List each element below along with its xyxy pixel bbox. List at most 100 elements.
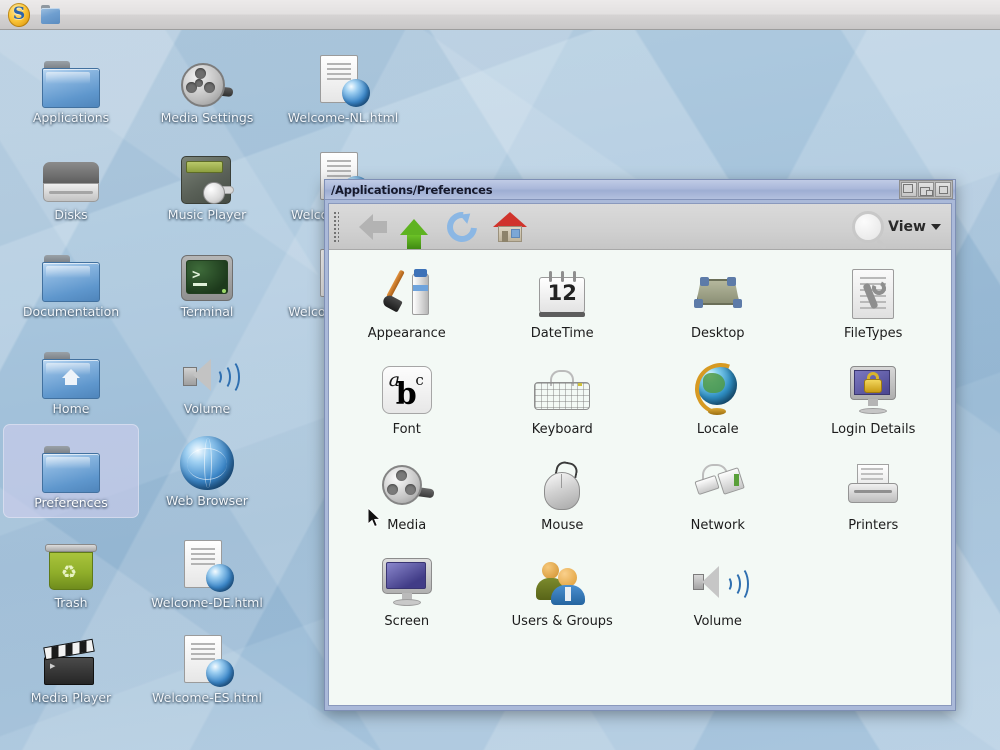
desktop-icon-welcome-nl[interactable]: Welcome-NL.html [275,45,411,125]
pref-item-label: Users & Groups [512,614,613,629]
volume-icon [691,554,745,610]
system-logo-label: S [13,6,25,23]
home-folder-icon [3,336,139,398]
preferences-icon-grid: Appearance 12 DateTime Desktop [329,250,951,705]
folder-icon [3,430,139,492]
home-button[interactable] [486,206,534,248]
pref-item-label: DateTime [531,326,594,341]
desktop-icon-media-settings[interactable]: Media Settings [139,45,275,125]
html-document-icon [139,530,275,592]
desktop-icon-terminal[interactable]: > Terminal [139,239,275,319]
desktop-icon-label: Welcome-ES.html [139,690,275,705]
pref-item-screen[interactable]: Screen [329,548,485,644]
media-reel-icon [380,458,434,514]
desktop-icon-label: Disks [3,207,139,222]
search-icon[interactable] [852,211,884,243]
window-toolbar: View [329,204,951,250]
pref-item-label: Keyboard [532,422,593,437]
close-button[interactable] [935,182,951,197]
filer-icon[interactable] [38,2,64,28]
pref-item-printers[interactable]: Printers [796,452,952,548]
pref-item-login-details[interactable]: Login Details [796,356,952,452]
pref-item-filetypes[interactable]: FileTypes [796,260,952,356]
users-groups-icon [536,554,588,610]
desktop-icon-label: Media Settings [139,110,275,125]
miniaturize-button[interactable] [901,182,917,197]
speaker-icon [139,336,275,398]
top-menu-bar: S [0,0,1000,30]
toolbar-drag-handle[interactable] [332,210,339,244]
font-glyph-b: b [396,380,417,410]
folder-icon [3,239,139,301]
film-reel-icon [139,45,275,107]
pref-item-label: Login Details [831,422,915,437]
chevron-down-icon[interactable] [931,224,941,230]
reload-button[interactable] [438,206,486,248]
desktop-icon-welcome-es[interactable]: Welcome-ES.html [139,625,275,705]
system-logo[interactable]: S [6,2,32,28]
pref-item-desktop[interactable]: Desktop [640,260,796,356]
pref-item-label: Network [691,518,745,533]
pref-item-mouse[interactable]: Mouse [485,452,641,548]
pref-item-label: Appearance [368,326,446,341]
terminal-icon: > [139,239,275,301]
mouse-cursor [368,508,382,528]
view-controls: View [852,211,951,243]
html-document-icon [275,45,411,107]
view-menu-label[interactable]: View [888,219,926,235]
pref-item-volume[interactable]: Volume [640,548,796,644]
pref-item-datetime[interactable]: 12 DateTime [485,260,641,356]
folder-icon [3,45,139,107]
file-manager-window: /Applications/Preferences View [324,179,956,711]
maximize-button[interactable] [918,182,934,197]
pref-item-keyboard[interactable]: Keyboard [485,356,641,452]
desktop-icon-label: Preferences [3,495,139,510]
appearance-icon [381,266,433,322]
desktop-icon-documentation[interactable]: Documentation [3,239,139,319]
pref-item-label: Desktop [691,326,745,341]
window-title: /Applications/Preferences [327,183,899,197]
disk-drive-icon [3,142,139,204]
desktop-icon-label: Music Player [139,207,275,222]
html-document-icon [139,625,275,687]
desktop-icon-applications[interactable]: Applications [3,45,139,125]
desktop-icon-disks[interactable]: Disks [3,142,139,222]
window-titlebar[interactable]: /Applications/Preferences [325,180,955,200]
locale-globe-icon [695,362,741,418]
pref-item-font[interactable]: a c b Font [329,356,485,452]
desktop-icon-label: Documentation [3,304,139,319]
clapperboard-icon: ▶ [3,625,139,687]
pref-item-label: Screen [384,614,429,629]
desktop-icon-label: Trash [3,595,139,610]
pref-item-locale[interactable]: Locale [640,356,796,452]
pref-item-users-groups[interactable]: Users & Groups [485,548,641,644]
filetypes-icon [852,266,894,322]
calendar-icon: 12 [539,266,585,322]
printer-icon [848,458,898,514]
desktop-icon-home[interactable]: Home [3,336,139,416]
desktop-icon-media-player[interactable]: ▶ Media Player [3,625,139,705]
keyboard-icon [534,362,590,418]
desktop-icon-label: Terminal [139,304,275,319]
pref-item-media[interactable]: Media [329,452,485,548]
login-lock-icon [848,362,898,418]
mouse-icon [542,458,582,514]
desktop-icon-preferences[interactable]: Preferences [3,424,139,518]
back-button[interactable] [342,206,390,248]
pref-item-label: FileTypes [844,326,902,341]
network-icon [692,458,744,514]
desktop-icon-volume[interactable]: Volume [139,336,275,416]
pref-item-label: Mouse [541,518,583,533]
pref-item-label: Volume [694,614,742,629]
desktop-icon-label: Welcome-DE.html [139,595,275,610]
globe-icon [139,428,275,490]
desktop-icon-web-browser[interactable]: Web Browser [139,428,275,508]
desktop-icon-welcome-de[interactable]: Welcome-DE.html [139,530,275,610]
desktop-icon-trash[interactable]: ♻ Trash [3,530,139,610]
pref-item-label: Media [387,518,426,533]
pref-item-appearance[interactable]: Appearance [329,260,485,356]
desktop-icon-music-player[interactable]: Music Player [139,142,275,222]
pref-item-network[interactable]: Network [640,452,796,548]
music-player-icon [139,142,275,204]
up-button[interactable] [390,206,438,248]
